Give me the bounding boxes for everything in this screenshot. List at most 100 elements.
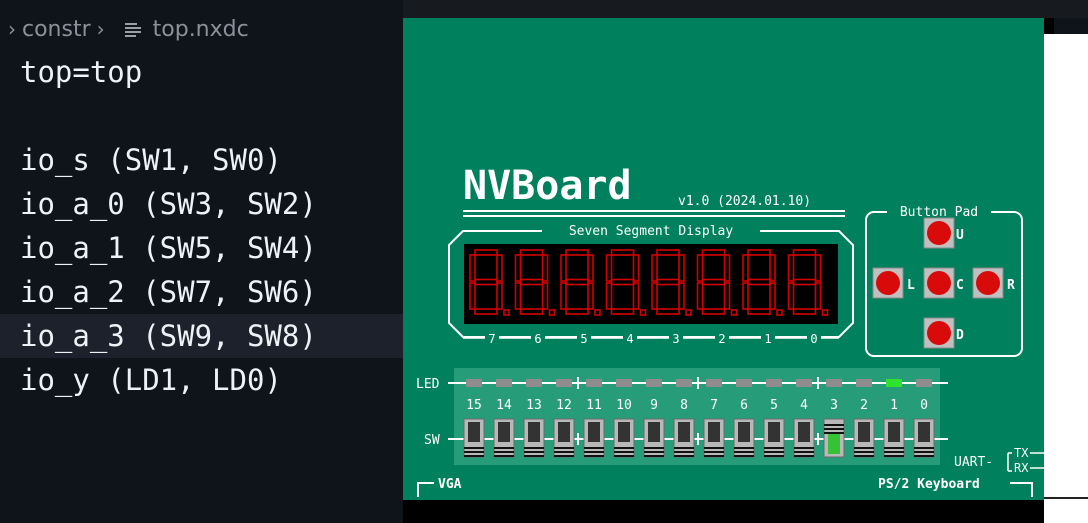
button-label: C: [956, 278, 964, 293]
seg-digit-label: 6: [534, 332, 541, 346]
switch-stripe: [884, 451, 904, 453]
uart-bracket: [1007, 452, 1012, 472]
switch-stripe: [824, 424, 844, 426]
switch-8[interactable]: [673, 418, 695, 458]
button-label: L: [907, 278, 915, 293]
switch-stripe: [524, 455, 544, 457]
switch-lever: [498, 422, 510, 442]
bit-number: 0: [920, 398, 928, 413]
button-cap[interactable]: [976, 271, 1000, 295]
switch-stripe: [584, 451, 604, 453]
switch-lever: [588, 422, 600, 442]
switch-lever: [768, 422, 780, 442]
switch-stripe: [734, 455, 754, 457]
switch-15[interactable]: [463, 418, 485, 458]
switch-stripe: [794, 451, 814, 453]
bit-number: 1: [890, 398, 898, 413]
bit-number: 9: [650, 398, 658, 413]
uart-rx-label: RX: [1014, 461, 1029, 475]
uart-tx-label: TX: [1014, 446, 1029, 460]
switch-stripe: [644, 447, 664, 449]
led-10: [616, 379, 632, 387]
seg-digit-label: 3: [672, 332, 679, 346]
switch-0[interactable]: [913, 418, 935, 458]
switch-9[interactable]: [643, 418, 665, 458]
bit-number: 5: [770, 398, 778, 413]
switch-lever: [918, 422, 930, 442]
button-u[interactable]: U: [923, 217, 964, 249]
bit-number: 11: [586, 398, 602, 413]
sw-label: SW: [424, 433, 440, 448]
bit-number: 8: [680, 398, 688, 413]
board-version: v1.0 (2024.01.10): [678, 194, 811, 209]
button-c[interactable]: C: [923, 267, 964, 299]
button-l[interactable]: L: [872, 267, 915, 299]
led-14: [496, 379, 512, 387]
switch-4[interactable]: [793, 418, 815, 458]
switch-12[interactable]: [553, 418, 575, 458]
uart-label: UART-: [954, 455, 993, 470]
button-r[interactable]: R: [972, 267, 1015, 299]
button-cap[interactable]: [927, 221, 951, 245]
switch-10[interactable]: [613, 418, 635, 458]
bit-number: 6: [740, 398, 748, 413]
switch-stripe: [824, 428, 844, 430]
switch-stripe: [614, 447, 634, 449]
switch-stripe: [464, 451, 484, 453]
led-label: LED: [416, 377, 440, 392]
bit-number: 4: [800, 398, 808, 413]
switch-stripe: [674, 447, 694, 449]
button-label: U: [956, 228, 964, 243]
switch-stripe: [554, 455, 574, 457]
switch-stripe: [824, 432, 844, 434]
switch-stripe: [644, 451, 664, 453]
switch-stripe: [494, 455, 514, 457]
bit-number: 15: [466, 398, 482, 413]
switch-stripe: [884, 455, 904, 457]
button-d[interactable]: D: [923, 317, 964, 349]
switch-13[interactable]: [523, 418, 545, 458]
button-cap[interactable]: [927, 271, 951, 295]
switch-stripe: [914, 455, 934, 457]
switch-lever: [738, 422, 750, 442]
switch-stripe: [734, 447, 754, 449]
switch-7[interactable]: [703, 418, 725, 458]
switch-stripe: [614, 451, 634, 453]
switch-3[interactable]: [823, 418, 845, 458]
switch-5[interactable]: [763, 418, 785, 458]
switch-2[interactable]: [853, 418, 875, 458]
switch-lever: [528, 422, 540, 442]
button-cap[interactable]: [927, 321, 951, 345]
switch-lever: [828, 434, 840, 454]
button-cap[interactable]: [876, 271, 900, 295]
seg-digit-label: 2: [718, 332, 725, 346]
switch-stripe: [554, 447, 574, 449]
switch-stripe: [524, 451, 544, 453]
switch-lever: [618, 422, 630, 442]
switch-lever: [708, 422, 720, 442]
switch-stripe: [494, 451, 514, 453]
switch-stripe: [794, 447, 814, 449]
switch-stripe: [914, 447, 934, 449]
vga-frame: [417, 482, 434, 497]
switch-stripe: [494, 447, 514, 449]
switch-stripe: [464, 455, 484, 457]
led-6: [736, 379, 752, 387]
seg-digit-label: 0: [810, 332, 817, 346]
led-15: [466, 379, 482, 387]
switch-stripe: [884, 447, 904, 449]
switch-stripe: [674, 455, 694, 457]
seg-digit-label: 7: [488, 332, 495, 346]
switch-11[interactable]: [583, 418, 605, 458]
switch-1[interactable]: [883, 418, 905, 458]
bit-number: 13: [526, 398, 542, 413]
bit-number: 7: [710, 398, 718, 413]
led-4: [796, 379, 812, 387]
button-label: D: [956, 328, 964, 343]
led-9: [646, 379, 662, 387]
switch-14[interactable]: [493, 418, 515, 458]
bit-number: 12: [556, 398, 572, 413]
switch-6[interactable]: [733, 418, 755, 458]
ps2-label: PS/2 Keyboard: [878, 477, 980, 492]
switch-stripe: [704, 455, 724, 457]
